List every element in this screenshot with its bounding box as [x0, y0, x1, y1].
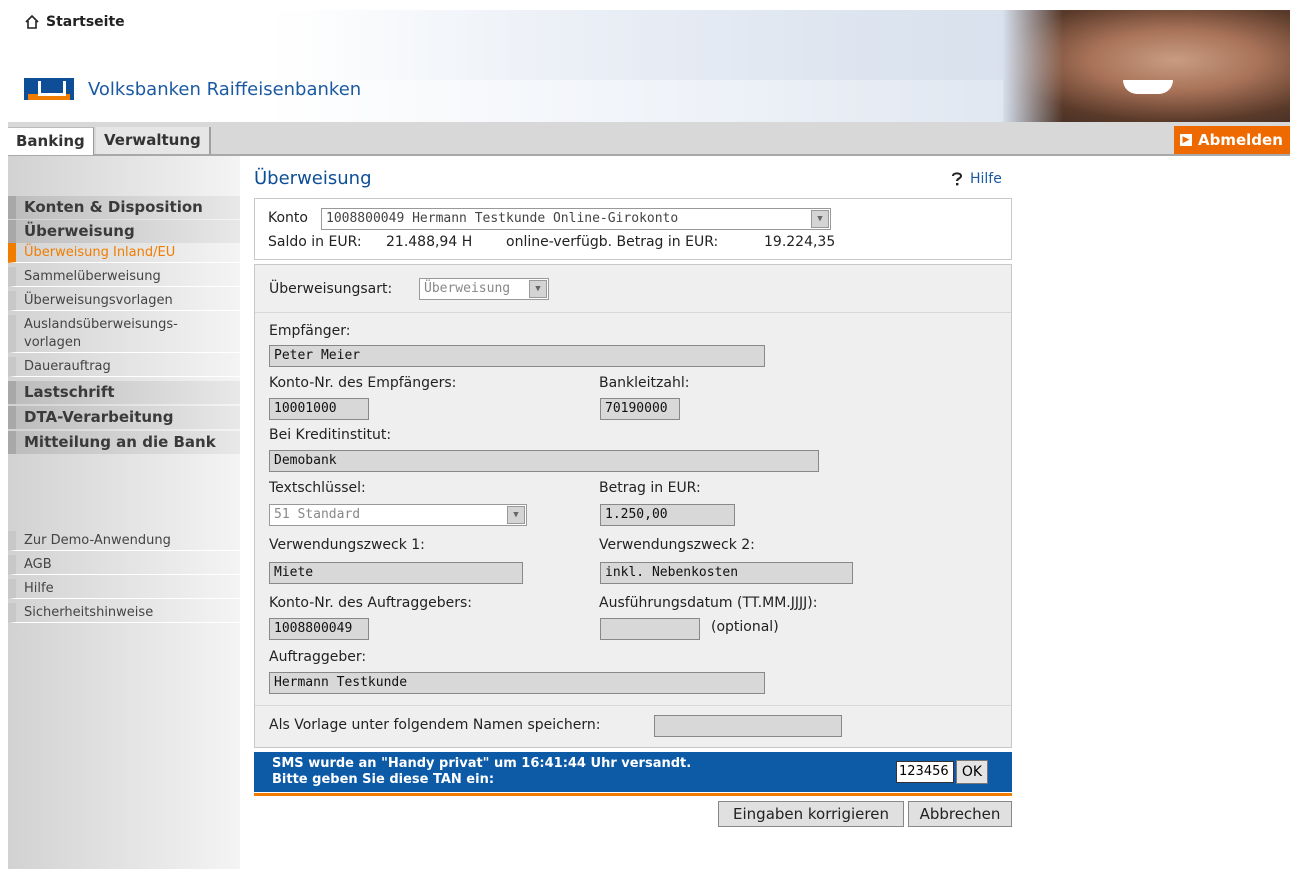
transfer-form: Überweisungsart: Überweisung ▼ Empfänger… [254, 264, 1012, 748]
datum-field[interactable] [600, 618, 700, 640]
zweck2-label: Verwendungszweck 2: [599, 537, 755, 553]
konto-select[interactable]: 1008800049 Hermann Testkunde Online-Giro… [321, 208, 831, 230]
arrow-right-icon: ▶ [1180, 134, 1192, 146]
sidebar-item-ueberweisungsvorlagen[interactable]: Überweisungsvorlagen [8, 291, 240, 311]
auftraggeber-label: Auftraggeber: [269, 649, 367, 665]
abbrechen-button[interactable]: Abbrechen [908, 801, 1012, 827]
chevron-down-icon: ▼ [507, 506, 525, 524]
zweck1-field[interactable]: Miete [269, 562, 523, 584]
empfaenger-field[interactable]: Peter Meier [269, 345, 765, 367]
sms-line-1: SMS wurde an "Handy privat" um 16:41:44 … [272, 756, 692, 771]
top-nav: Banking Verwaltung ▶ Abmelden [8, 122, 1290, 156]
app-frame: Startseite Volksbanken Raiffeisenbanken … [8, 10, 1290, 869]
header: Startseite Volksbanken Raiffeisenbanken [8, 10, 1290, 122]
sms-message: SMS wurde an "Handy privat" um 16:41:44 … [272, 756, 691, 788]
logout-label: Abmelden [1198, 131, 1283, 149]
tab-banking[interactable]: Banking [8, 127, 94, 155]
blz-label: Bankleitzahl: [599, 375, 690, 391]
chevron-down-icon: ▼ [529, 280, 547, 298]
sidebar-item-auslandsvorlagen-line2[interactable]: vorlagen [8, 333, 240, 353]
bank-name: Volksbanken Raiffeisenbanken [88, 78, 362, 100]
help-label: Hilfe [970, 171, 1002, 187]
blz-field[interactable]: 70190000 [600, 398, 680, 420]
sms-tan-bar: SMS wurde an "Handy privat" um 16:41:44 … [254, 752, 1012, 792]
auftraggeber-field[interactable]: Hermann Testkunde [269, 672, 765, 694]
datum-label: Ausführungsdatum (TT.MM.JJJJ): [599, 595, 818, 611]
orange-divider [254, 793, 1012, 796]
vr-logo-icon [24, 78, 74, 100]
vorlage-field[interactable] [654, 715, 842, 737]
saldo-label: Saldo in EUR: [268, 234, 362, 250]
sidebar-item-dauerauftrag[interactable]: Dauerauftrag [8, 357, 240, 377]
art-label: Überweisungsart: [269, 281, 393, 297]
bank-logo: Volksbanken Raiffeisenbanken [24, 78, 361, 100]
zweck1-label: Verwendungszweck 1: [269, 537, 425, 553]
sidebar-item-sammelueberweisung[interactable]: Sammelüberweisung [8, 267, 240, 287]
kontonr-label: Konto-Nr. des Empfängers: [269, 375, 457, 391]
kreditinstitut-label: Bei Kreditinstitut: [269, 427, 392, 443]
konto-label: Konto [268, 210, 308, 226]
konto-panel: Konto 1008800049 Hermann Testkunde Onlin… [254, 198, 1012, 260]
help-icon [952, 172, 963, 186]
sidebar-link-agb[interactable]: AGB [8, 555, 240, 575]
betrag-field[interactable]: 1.250,00 [600, 504, 735, 526]
betrag-label: Betrag in EUR: [599, 480, 701, 496]
logout-button[interactable]: ▶ Abmelden [1174, 126, 1290, 154]
art-select-value: Überweisung [424, 281, 511, 296]
sidebar-item-auslandsvorlagen[interactable]: Auslandsüberweisungs- [8, 315, 240, 334]
home-link[interactable]: Startseite [24, 14, 125, 30]
auftraggeber-konto-field[interactable]: 1008800049 [269, 618, 369, 640]
sidebar-item-dta[interactable]: DTA-Verarbeitung [8, 406, 240, 429]
sidebar-link-sicherheit[interactable]: Sicherheitshinweise [8, 603, 240, 623]
textschluessel-label: Textschlüssel: [269, 480, 366, 496]
zweck2-field[interactable]: inkl. Nebenkosten [600, 562, 853, 584]
kreditinstitut-field[interactable]: Demobank [269, 450, 819, 472]
sidebar-item-ueberweisung[interactable]: Überweisung [8, 220, 240, 243]
textschluessel-select[interactable]: 51 Standard ▼ [269, 504, 527, 526]
tan-input[interactable]: 123456 [896, 761, 954, 783]
sidebar-item-lastschrift[interactable]: Lastschrift [8, 381, 240, 404]
saldo-value: 21.488,94 H [386, 234, 473, 250]
sidebar-item-ueberweisung-inland[interactable]: Überweisung Inland/EU [8, 243, 240, 263]
help-link[interactable]: Hilfe [950, 171, 1002, 187]
auftraggeber-konto-label: Konto-Nr. des Auftraggebers: [269, 595, 472, 611]
sidebar-item-mitteilung[interactable]: Mitteilung an die Bank [8, 431, 240, 454]
verfuegbar-value: 19.224,35 [764, 234, 836, 250]
sms-line-2: Bitte geben Sie diese TAN ein: [272, 772, 495, 787]
header-photo [1003, 10, 1290, 122]
textschluessel-value: 51 Standard [274, 507, 361, 522]
sidebar: Konten & Disposition Überweisung Überwei… [8, 156, 240, 869]
tab-verwaltung[interactable]: Verwaltung [96, 127, 211, 154]
datum-hint: (optional) [711, 619, 779, 635]
chevron-down-icon: ▼ [811, 210, 829, 228]
header-swoosh [308, 10, 1068, 80]
verfuegbar-label: online-verfügb. Betrag in EUR: [506, 234, 719, 250]
sidebar-item-konten[interactable]: Konten & Disposition [8, 196, 240, 219]
sidebar-link-hilfe[interactable]: Hilfe [8, 579, 240, 599]
konto-select-value: 1008800049 Hermann Testkunde Online-Giro… [326, 211, 679, 226]
korrigieren-button[interactable]: Eingaben korrigieren [718, 801, 904, 827]
divider [255, 312, 1011, 313]
vorlage-label: Als Vorlage unter folgendem Namen speich… [269, 717, 601, 733]
page-title: Überweisung [254, 168, 372, 189]
sidebar-link-demo[interactable]: Zur Demo-Anwendung [8, 531, 240, 551]
home-icon [25, 14, 39, 29]
divider [255, 705, 1011, 706]
art-select[interactable]: Überweisung ▼ [419, 278, 549, 300]
home-label: Startseite [46, 14, 125, 30]
kontonr-field[interactable]: 10001000 [269, 398, 369, 420]
empfaenger-label: Empfänger: [269, 323, 351, 339]
tan-ok-button[interactable]: OK [956, 760, 988, 784]
